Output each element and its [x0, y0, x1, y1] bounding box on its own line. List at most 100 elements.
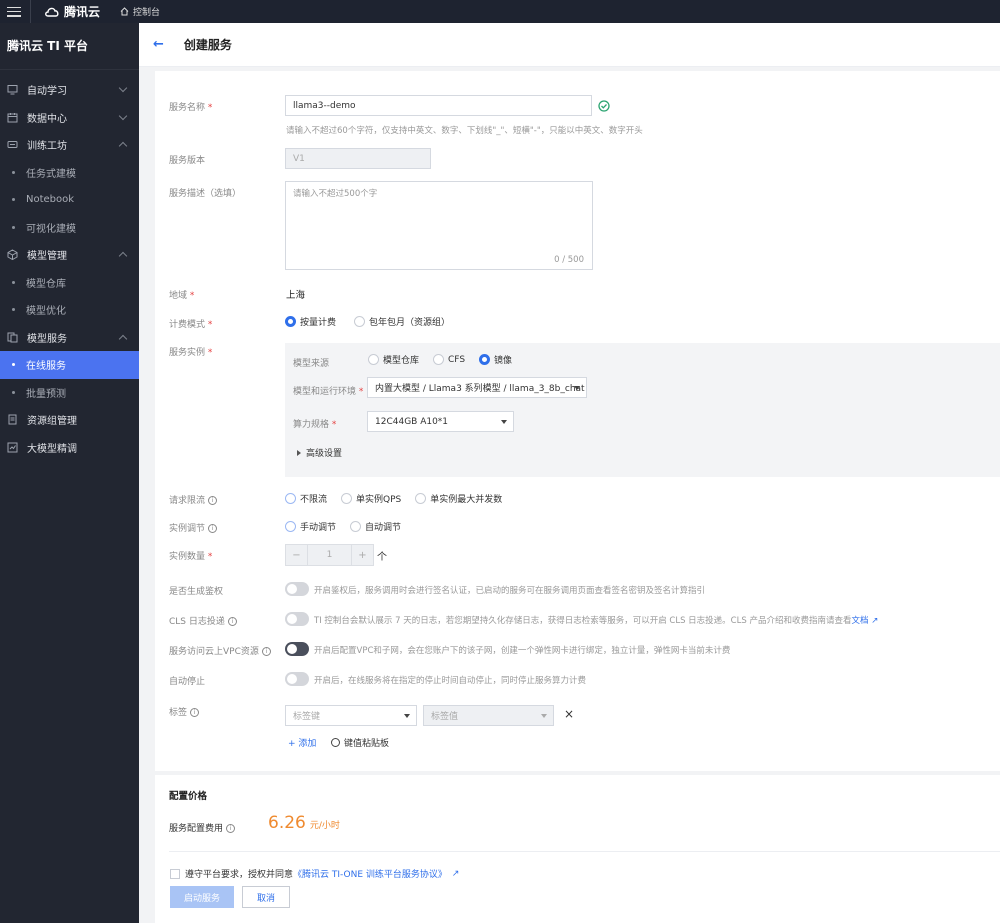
info-icon[interactable]: i	[208, 496, 218, 505]
remove-tag-icon[interactable]: ×	[564, 707, 574, 721]
billing-monthly[interactable]: 包年包月（资源组）	[354, 315, 450, 328]
source-model-repo[interactable]: 模型仓库	[368, 353, 419, 366]
select-placeholder: 标签键	[293, 712, 321, 722]
cancel-button[interactable]: 取消	[242, 886, 290, 908]
brand-logo[interactable]: 腾讯云	[44, 3, 100, 20]
vpc-label-text: 服务访问云上VPC资源	[169, 647, 259, 657]
cls-label: CLS 日志投递 i	[169, 614, 237, 627]
divider	[30, 0, 31, 23]
sidebar-item-data-center[interactable]: 数据中心	[0, 104, 139, 132]
model-env-select[interactable]: 内置大模型 / Llama3 系列模型 / llama_3_8b_chat	[367, 377, 587, 398]
sidebar-subitem-model-optimize[interactable]: 模型优化	[0, 296, 139, 324]
service-form: 服务名称 * llama3--demo 请输入不超过60个字符，仅支持中英文、数…	[155, 71, 1000, 771]
sidebar-item-label: 模型管理	[27, 251, 67, 263]
sidebar-subitem-label: 任务式建模	[26, 168, 76, 180]
desc-label: 服务描述（选填）	[169, 189, 242, 199]
service-name-input[interactable]: llama3--demo	[285, 95, 592, 116]
info-icon[interactable]: i	[190, 708, 200, 717]
vpc-toggle[interactable]	[285, 642, 309, 656]
billing-radio-group: 按量计费 包年包月（资源组）	[285, 315, 450, 328]
ratelimit-concurrency[interactable]: 单实例最大并发数	[415, 492, 502, 505]
paste-board-label: 键值粘贴板	[344, 739, 390, 749]
required-mark: *	[207, 103, 213, 113]
info-icon[interactable]: i	[227, 617, 237, 626]
console-link[interactable]: 控制台	[120, 5, 160, 18]
desc-textarea[interactable]: 请输入不超过500个字 0 / 500	[285, 181, 593, 270]
bullet	[12, 280, 15, 284]
cls-desc: TI 控制台会默认展示 7 天的日志，若您期望持久化存储日志，获得日志检索等服务…	[314, 614, 878, 626]
count-value[interactable]: 1	[308, 545, 351, 565]
decrement-button[interactable]: −	[286, 545, 308, 565]
sidebar-subitem-model-repo[interactable]: 模型仓库	[0, 269, 139, 297]
ratelimit-qps[interactable]: 单实例QPS	[341, 492, 401, 505]
menu-icon[interactable]	[7, 6, 21, 17]
compute-spec-select[interactable]: 12C44GB A10*1	[367, 411, 514, 432]
billing-pay-as-you-go[interactable]: 按量计费	[285, 315, 336, 328]
sidebar-item-auto-learning[interactable]: 自动学习	[0, 76, 139, 104]
calendar-icon	[7, 112, 18, 123]
agreement-link[interactable]: 《腾讯云 TI-ONE 训练平台服务协议》	[293, 867, 447, 880]
tag-key-select[interactable]: 标签键	[285, 705, 417, 726]
paste-board-button[interactable]: 键值粘贴板	[331, 736, 389, 749]
info-icon[interactable]: i	[261, 647, 271, 656]
radio-checked	[285, 316, 296, 327]
increment-button[interactable]: +	[351, 545, 373, 565]
sidebar-item-model-management[interactable]: 模型管理	[0, 241, 139, 269]
scaling-radio-group: 手动调节 自动调节	[285, 520, 401, 533]
add-tag-label: 添加	[298, 739, 317, 749]
cls-toggle[interactable]	[285, 612, 309, 626]
select-value: 内置大模型 / Llama3 系列模型 / llama_3_8b_chat	[375, 384, 585, 394]
tag-value-select: 标签值	[423, 705, 554, 726]
external-link-icon[interactable]: ↗	[871, 616, 878, 626]
required-mark: *	[207, 552, 213, 562]
source-image[interactable]: 镜像	[479, 353, 512, 366]
advanced-settings-toggle[interactable]: 高级设置	[297, 446, 342, 459]
radio-label: 自动调节	[365, 523, 402, 533]
cls-doc-link[interactable]: 文档	[851, 616, 868, 626]
sidebar-subitem-visual-modeling[interactable]: 可视化建模	[0, 214, 139, 242]
platform-title: 腾讯云 TI 平台	[0, 23, 139, 70]
region-value: 上海	[286, 290, 306, 301]
pricing-card: 配置价格 服务配置费用 i 6.26 元/小时 遵守平台要求，授权并同意 《腾讯云 …	[155, 775, 1000, 923]
required-mark: *	[358, 387, 364, 397]
sidebar-subitem-batch-predict[interactable]: 批量预测	[0, 379, 139, 407]
name-hint: 请输入不超过60个字符，仅支持中英文、数字、下划线"_"、短横"-"，只能以中英…	[286, 126, 643, 136]
sidebar-item-llm-finetune[interactable]: 大模型精调	[0, 434, 139, 462]
scaling-auto[interactable]: 自动调节	[350, 520, 401, 533]
source-cfs[interactable]: CFS	[433, 353, 465, 366]
info-icon[interactable]: i	[208, 524, 218, 533]
autostop-toggle[interactable]	[285, 672, 309, 686]
top-bar: 腾讯云 控制台	[0, 0, 1000, 23]
pricing-title: 配置价格	[169, 791, 208, 802]
sidebar-subitem-online-service[interactable]: 在线服务	[0, 351, 139, 379]
check-circle-icon	[598, 100, 610, 112]
sidebar-item-model-service[interactable]: 模型服务	[0, 324, 139, 352]
dropdown-arrow-icon	[501, 419, 507, 424]
instance-label-text: 服务实例	[169, 348, 206, 358]
bullet	[12, 363, 15, 367]
info-icon[interactable]: i	[226, 824, 236, 833]
chevron-up-icon	[118, 334, 128, 343]
sidebar-item-label: 数据中心	[27, 113, 67, 125]
sidebar-item-label: 大模型精调	[27, 443, 77, 455]
add-tag-button[interactable]: + 添加	[288, 736, 316, 749]
sidebar-item-training[interactable]: 训练工坊	[0, 131, 139, 159]
sidebar-subitem-task-modeling[interactable]: 任务式建模	[0, 159, 139, 187]
scaling-manual[interactable]: 手动调节	[285, 520, 336, 533]
pricing-label-text: 服务配置费用	[169, 824, 224, 834]
start-service-button[interactable]: 启动服务	[170, 886, 234, 908]
sidebar-item-resource-group[interactable]: 资源组管理	[0, 406, 139, 434]
agreement-checkbox[interactable]	[170, 868, 180, 879]
sidebar-subitem-notebook[interactable]: Notebook	[0, 186, 139, 214]
tags-label-text: 标签	[169, 708, 188, 718]
chevron-down-icon	[118, 83, 128, 93]
radio-label: 按量计费	[300, 318, 337, 328]
ratelimit-none[interactable]: 不限流	[285, 492, 327, 505]
radio-unchecked	[354, 316, 366, 327]
external-link-icon[interactable]: ↗	[452, 869, 460, 879]
auth-toggle[interactable]	[285, 582, 309, 596]
back-arrow-icon[interactable]: ←	[153, 37, 164, 52]
radio-checked	[285, 521, 296, 532]
region-label: 地域 *	[169, 288, 194, 301]
select-placeholder: 标签值	[431, 712, 459, 722]
